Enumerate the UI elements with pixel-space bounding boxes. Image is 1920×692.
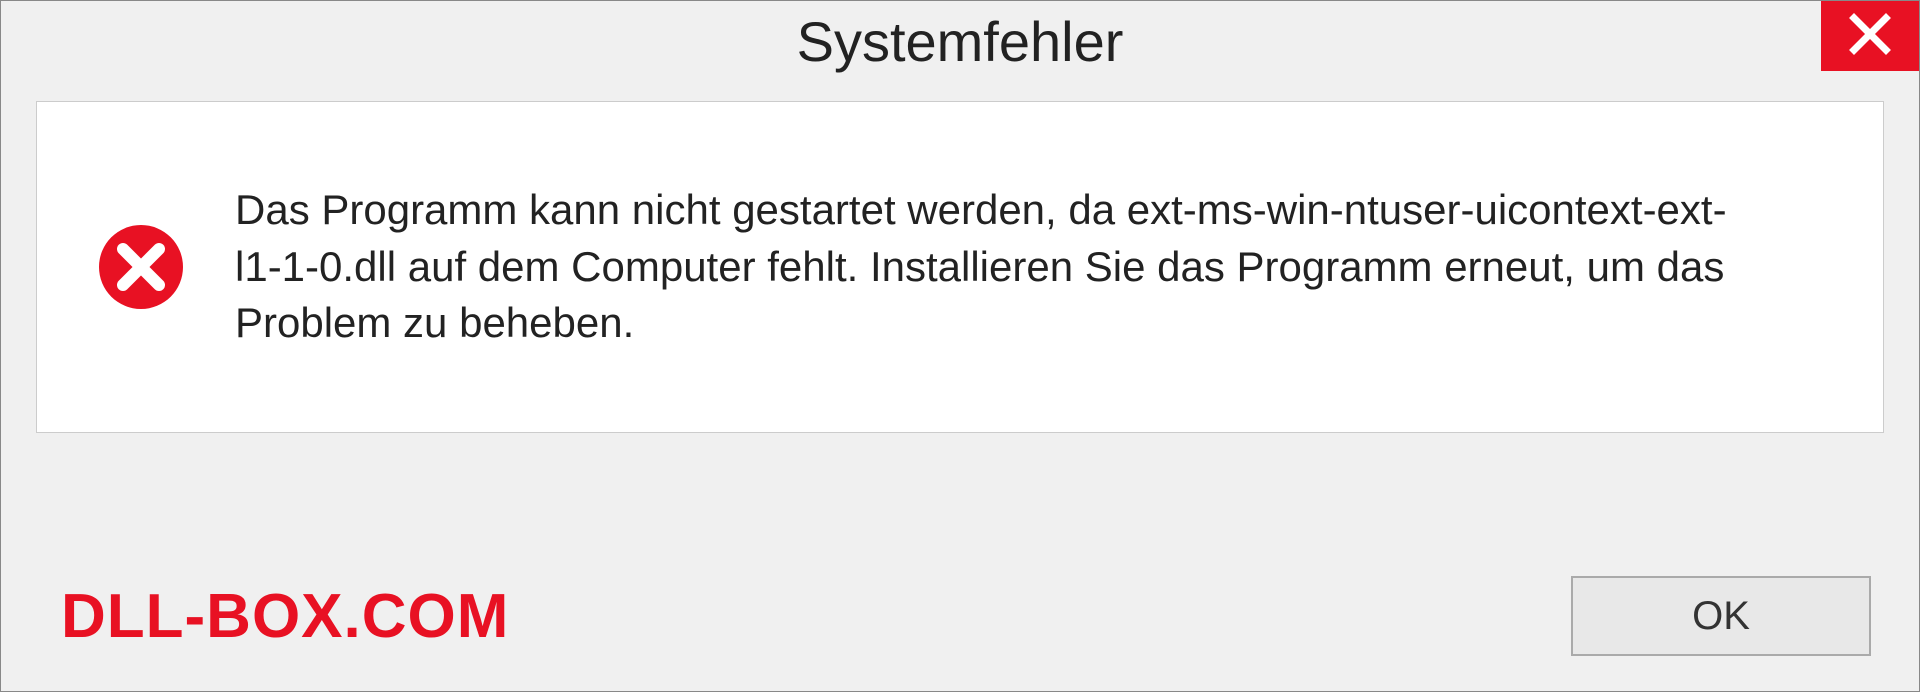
dialog-footer: DLL-BOX.COM OK (1, 571, 1919, 661)
dialog-title: Systemfehler (797, 9, 1124, 74)
titlebar: Systemfehler (1, 1, 1919, 81)
content-panel: Das Programm kann nicht gestartet werden… (36, 101, 1884, 433)
watermark-text: DLL-BOX.COM (61, 581, 509, 652)
ok-button[interactable]: OK (1571, 576, 1871, 656)
close-icon (1848, 12, 1892, 61)
close-button[interactable] (1821, 1, 1919, 71)
error-dialog: Systemfehler Das Programm kann nicht ges… (0, 0, 1920, 692)
error-icon (97, 223, 185, 311)
error-message: Das Programm kann nicht gestartet werden… (235, 182, 1735, 352)
